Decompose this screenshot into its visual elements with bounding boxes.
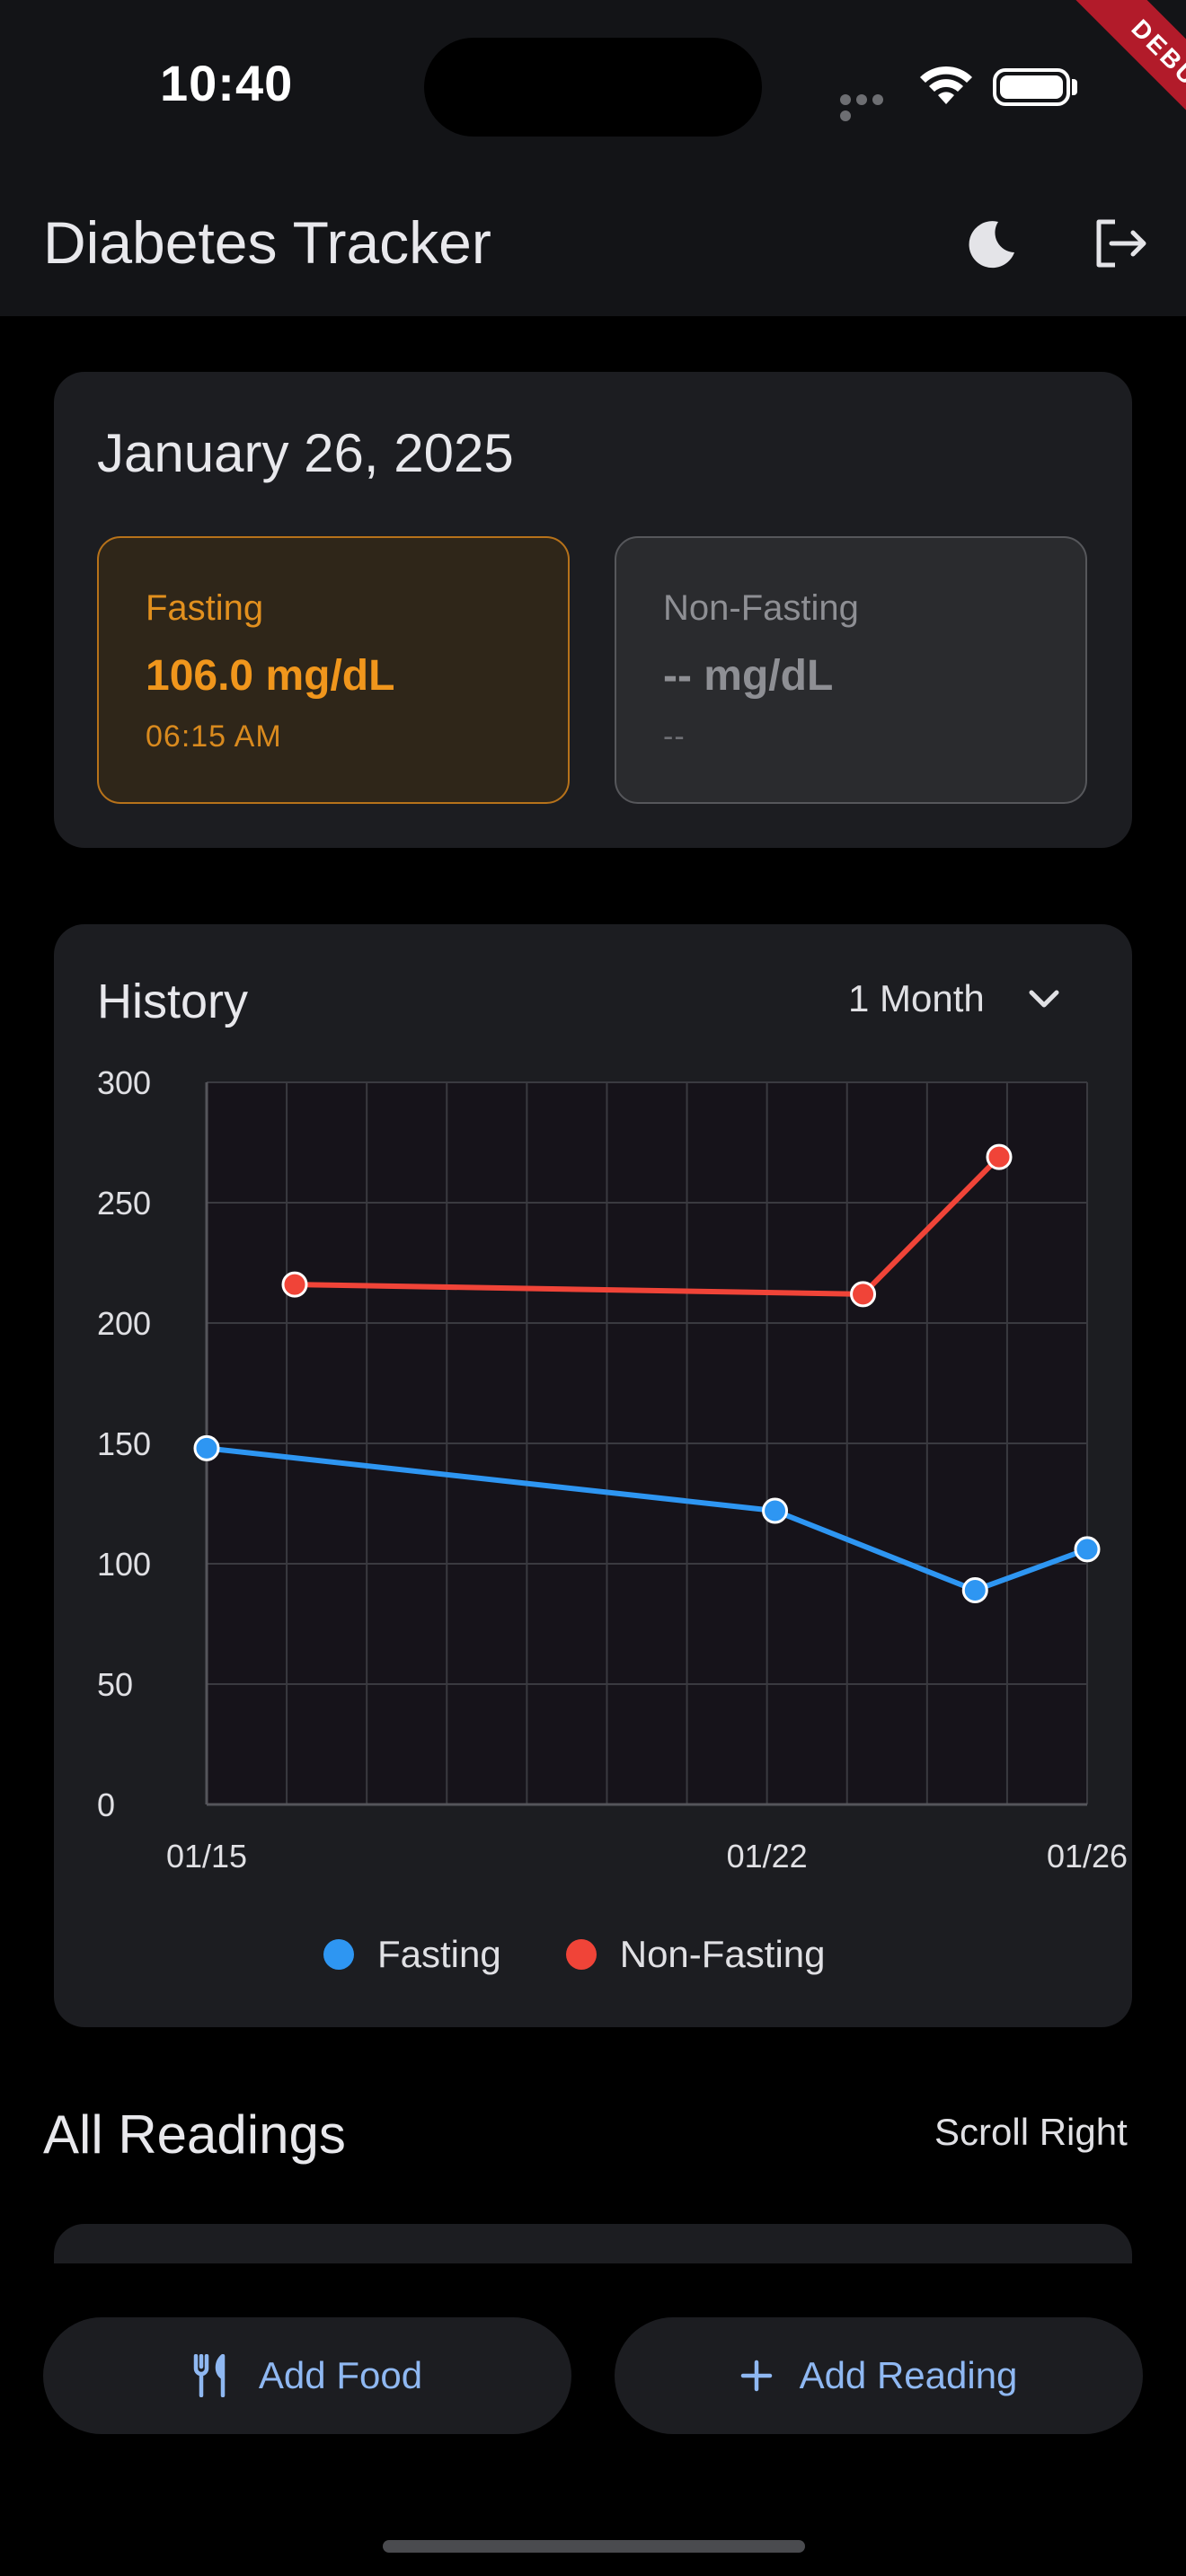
home-indicator	[383, 2540, 805, 2553]
y-tick-label: 100	[97, 1546, 151, 1583]
battery-tip	[1072, 79, 1077, 95]
y-tick-label: 50	[97, 1666, 133, 1703]
fasting-reading-card[interactable]: Fasting 106.0 mg/dL 06:15 AM	[97, 536, 570, 804]
non-fasting-time: --	[663, 719, 686, 754]
status-time: 10:40	[160, 55, 294, 111]
range-value: 1 Month	[848, 977, 985, 1019]
y-tick-label: 200	[97, 1305, 151, 1342]
fasting-label: Fasting	[146, 588, 264, 628]
non-fasting-reading-card[interactable]: Non-Fasting -- mg/dL --	[615, 536, 1087, 804]
data-point-fasting[interactable]	[193, 1434, 220, 1461]
legend-non-fasting-swatch	[565, 1939, 597, 1970]
data-point-non-fasting[interactable]	[986, 1143, 1013, 1170]
all-readings-title: All Readings	[43, 2104, 346, 2165]
range-dropdown[interactable]: 1 Month	[848, 977, 1062, 1020]
add-reading-button[interactable]: Add Reading	[615, 2317, 1143, 2434]
y-tick-label: 150	[97, 1425, 151, 1462]
add-food-button[interactable]: Add Food	[43, 2317, 571, 2434]
fasting-value: 106.0 mg/dL	[146, 652, 395, 700]
scroll-hint: Scroll Right	[934, 2111, 1128, 2153]
x-tick-label: 01/22	[727, 1838, 808, 1875]
dynamic-island	[424, 38, 762, 137]
history-title: History	[97, 975, 249, 1028]
chevron-down-icon	[1029, 990, 1059, 1008]
theme-toggle-button[interactable]	[951, 203, 1031, 284]
x-tick-label: 01/15	[166, 1838, 247, 1875]
y-tick-label: 250	[97, 1185, 151, 1222]
y-tick-label: 0	[97, 1786, 115, 1823]
add-food-label: Add Food	[258, 2354, 423, 2396]
x-axis-labels: 01/15 01/22 01/26	[166, 1838, 1128, 1875]
fork-knife-icon	[192, 2354, 232, 2397]
y-axis-labels: 0 50 100 150 200 250 300	[97, 1064, 151, 1823]
wifi-icon	[918, 65, 974, 110]
data-point-fasting[interactable]	[1074, 1536, 1101, 1563]
moon-icon	[969, 221, 1014, 269]
non-fasting-value: -- mg/dL	[663, 652, 834, 700]
app-title: Diabetes Tracker	[43, 209, 491, 276]
data-point-fasting[interactable]	[762, 1497, 789, 1524]
legend-fasting-label: Fasting	[377, 1933, 501, 1975]
cellular-signal-icon	[840, 93, 903, 121]
y-tick-label: 300	[97, 1064, 151, 1101]
add-reading-label: Add Reading	[799, 2354, 1018, 2396]
logout-icon	[1096, 219, 1146, 268]
history-chart: 0 50 100 150 200 250 300 01/15 01/22 01/26	[97, 1064, 1128, 1875]
readings-list[interactable]	[54, 2224, 1132, 2263]
fasting-time: 06:15 AM	[146, 719, 282, 754]
x-tick-label: 01/26	[1047, 1838, 1128, 1875]
data-point-non-fasting[interactable]	[850, 1281, 877, 1308]
battery-icon	[993, 68, 1070, 106]
data-point-non-fasting[interactable]	[281, 1271, 308, 1298]
chart-legend: Fasting Non-Fasting	[323, 1933, 826, 1976]
data-point-fasting[interactable]	[961, 1576, 988, 1603]
today-date: January 26, 2025	[97, 423, 514, 483]
legend-non-fasting-label: Non-Fasting	[619, 1933, 826, 1975]
logout-button[interactable]	[1080, 203, 1161, 284]
legend-fasting-swatch	[323, 1939, 354, 1970]
plus-icon	[740, 2360, 773, 2392]
non-fasting-label: Non-Fasting	[663, 588, 859, 628]
